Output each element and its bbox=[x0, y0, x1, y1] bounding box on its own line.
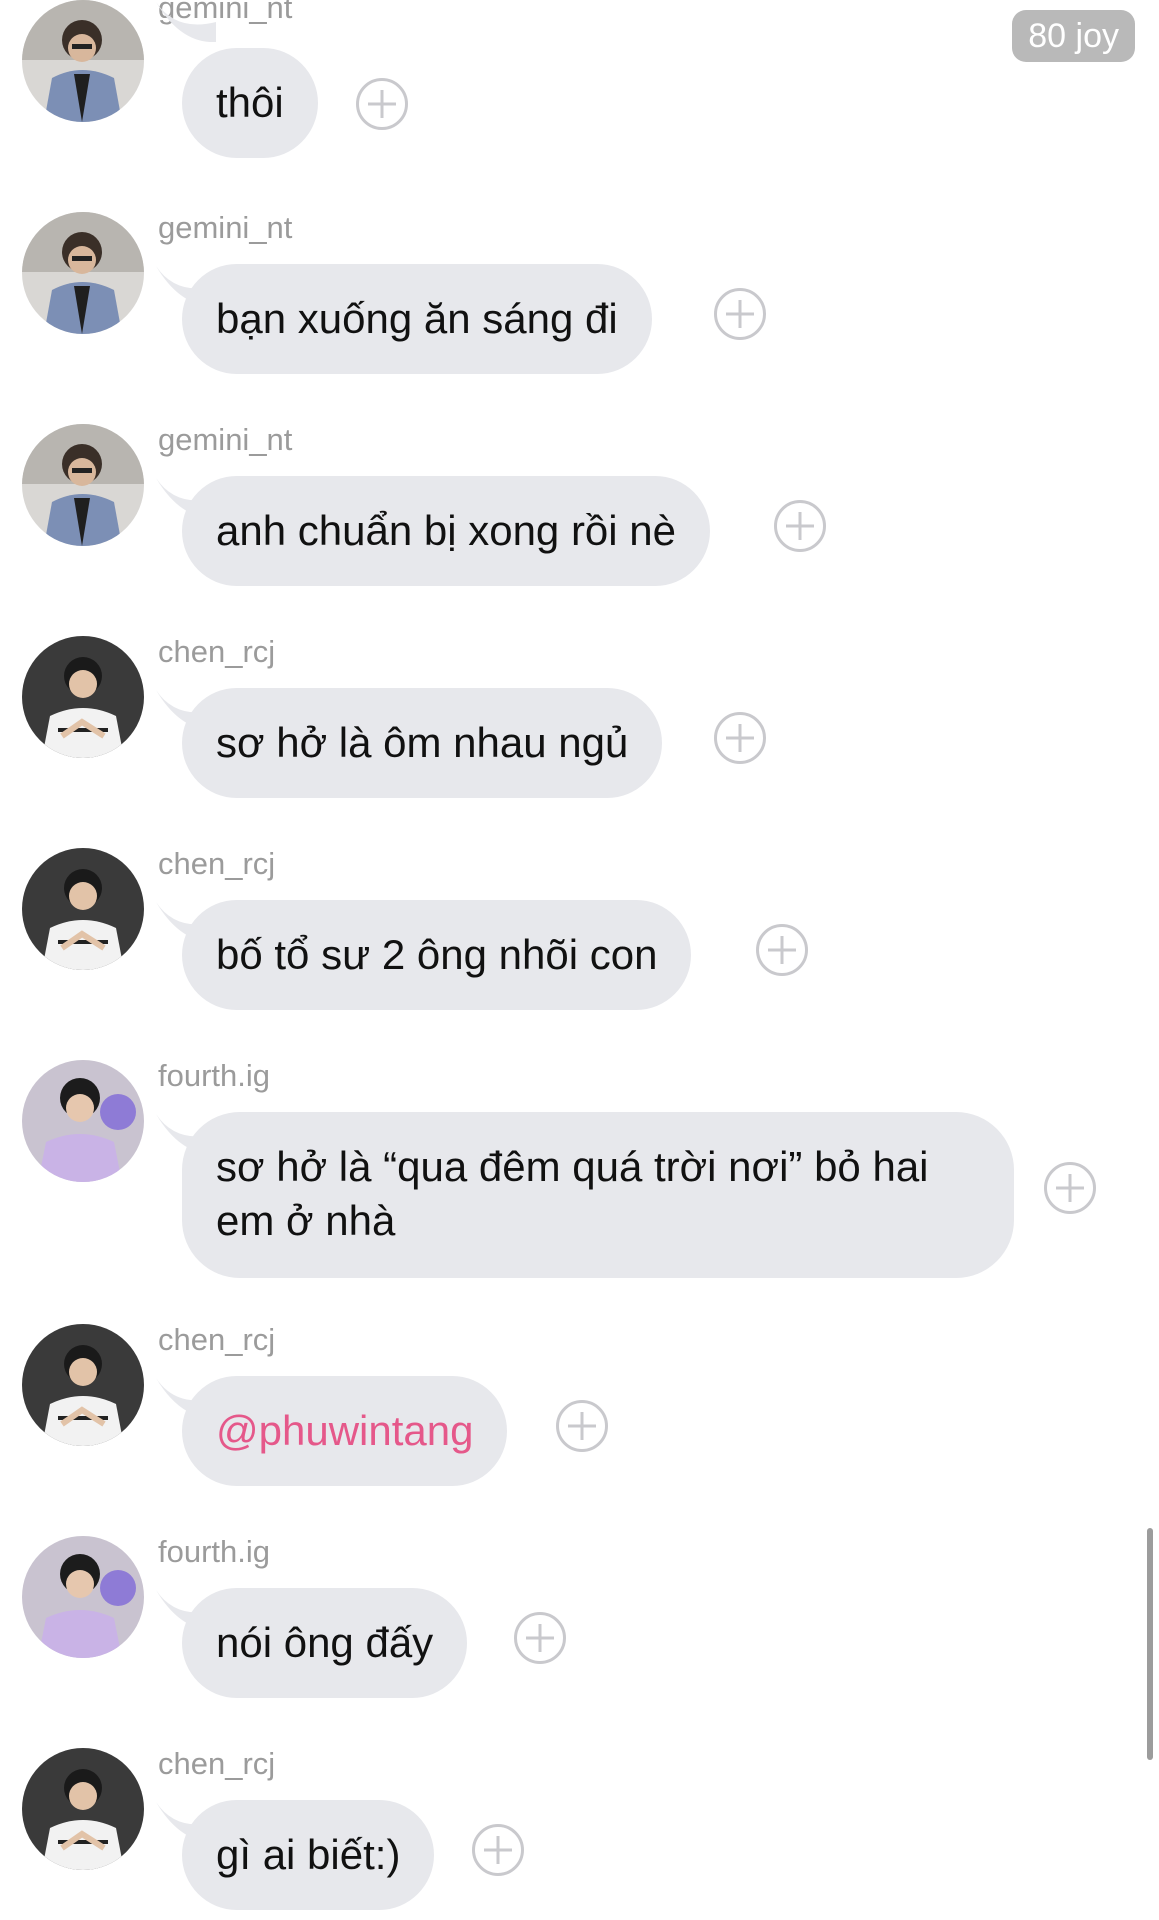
add-reaction-icon[interactable] bbox=[774, 500, 826, 552]
avatar[interactable] bbox=[22, 1748, 144, 1870]
username: fourth.ig bbox=[158, 1058, 271, 1093]
username: fourth.ig bbox=[158, 1534, 271, 1569]
username: chen_rcj bbox=[158, 1746, 276, 1781]
add-reaction-icon[interactable] bbox=[756, 924, 808, 976]
avatar[interactable] bbox=[22, 424, 144, 546]
avatar[interactable] bbox=[22, 1324, 144, 1446]
username: chen_rcj bbox=[158, 1322, 276, 1357]
message-bubble[interactable]: gì ai biết:) bbox=[182, 1800, 435, 1910]
username: chen_rcj bbox=[158, 634, 276, 669]
avatar[interactable] bbox=[22, 636, 144, 758]
avatar[interactable] bbox=[22, 1060, 144, 1182]
joy-counter-badge: 80 joy bbox=[1012, 10, 1135, 62]
scrollbar[interactable] bbox=[1147, 1528, 1153, 1760]
message-bubble[interactable]: nói ông đấy bbox=[182, 1588, 468, 1698]
add-reaction-icon[interactable] bbox=[714, 288, 766, 340]
avatar[interactable] bbox=[22, 0, 144, 122]
add-reaction-icon[interactable] bbox=[356, 78, 408, 130]
avatar[interactable] bbox=[22, 848, 144, 970]
add-reaction-icon[interactable] bbox=[514, 1612, 566, 1664]
add-reaction-icon[interactable] bbox=[714, 712, 766, 764]
mention-link[interactable]: @phuwintang bbox=[182, 1376, 508, 1486]
add-reaction-icon[interactable] bbox=[1044, 1162, 1096, 1214]
avatar[interactable] bbox=[22, 1536, 144, 1658]
username: chen_rcj bbox=[158, 846, 276, 881]
message-bubble[interactable]: sơ hở là “qua đêm quá trời nơi” bỏ hai e… bbox=[182, 1112, 1014, 1278]
bubble-tail bbox=[156, 2, 216, 42]
username: gemini_nt bbox=[158, 210, 293, 245]
message-bubble[interactable]: sơ hở là ôm nhau ngủ bbox=[182, 688, 663, 798]
message-bubble[interactable]: bố tổ sư 2 ông nhõi con bbox=[182, 900, 692, 1010]
message-bubble[interactable]: bạn xuống ăn sáng đi bbox=[182, 264, 652, 374]
username: gemini_nt bbox=[158, 422, 293, 457]
add-reaction-icon[interactable] bbox=[472, 1824, 524, 1876]
add-reaction-icon[interactable] bbox=[556, 1400, 608, 1452]
message-bubble[interactable]: thôi bbox=[182, 48, 318, 158]
message-bubble[interactable]: anh chuẩn bị xong rồi nè bbox=[182, 476, 711, 586]
avatar[interactable] bbox=[22, 212, 144, 334]
